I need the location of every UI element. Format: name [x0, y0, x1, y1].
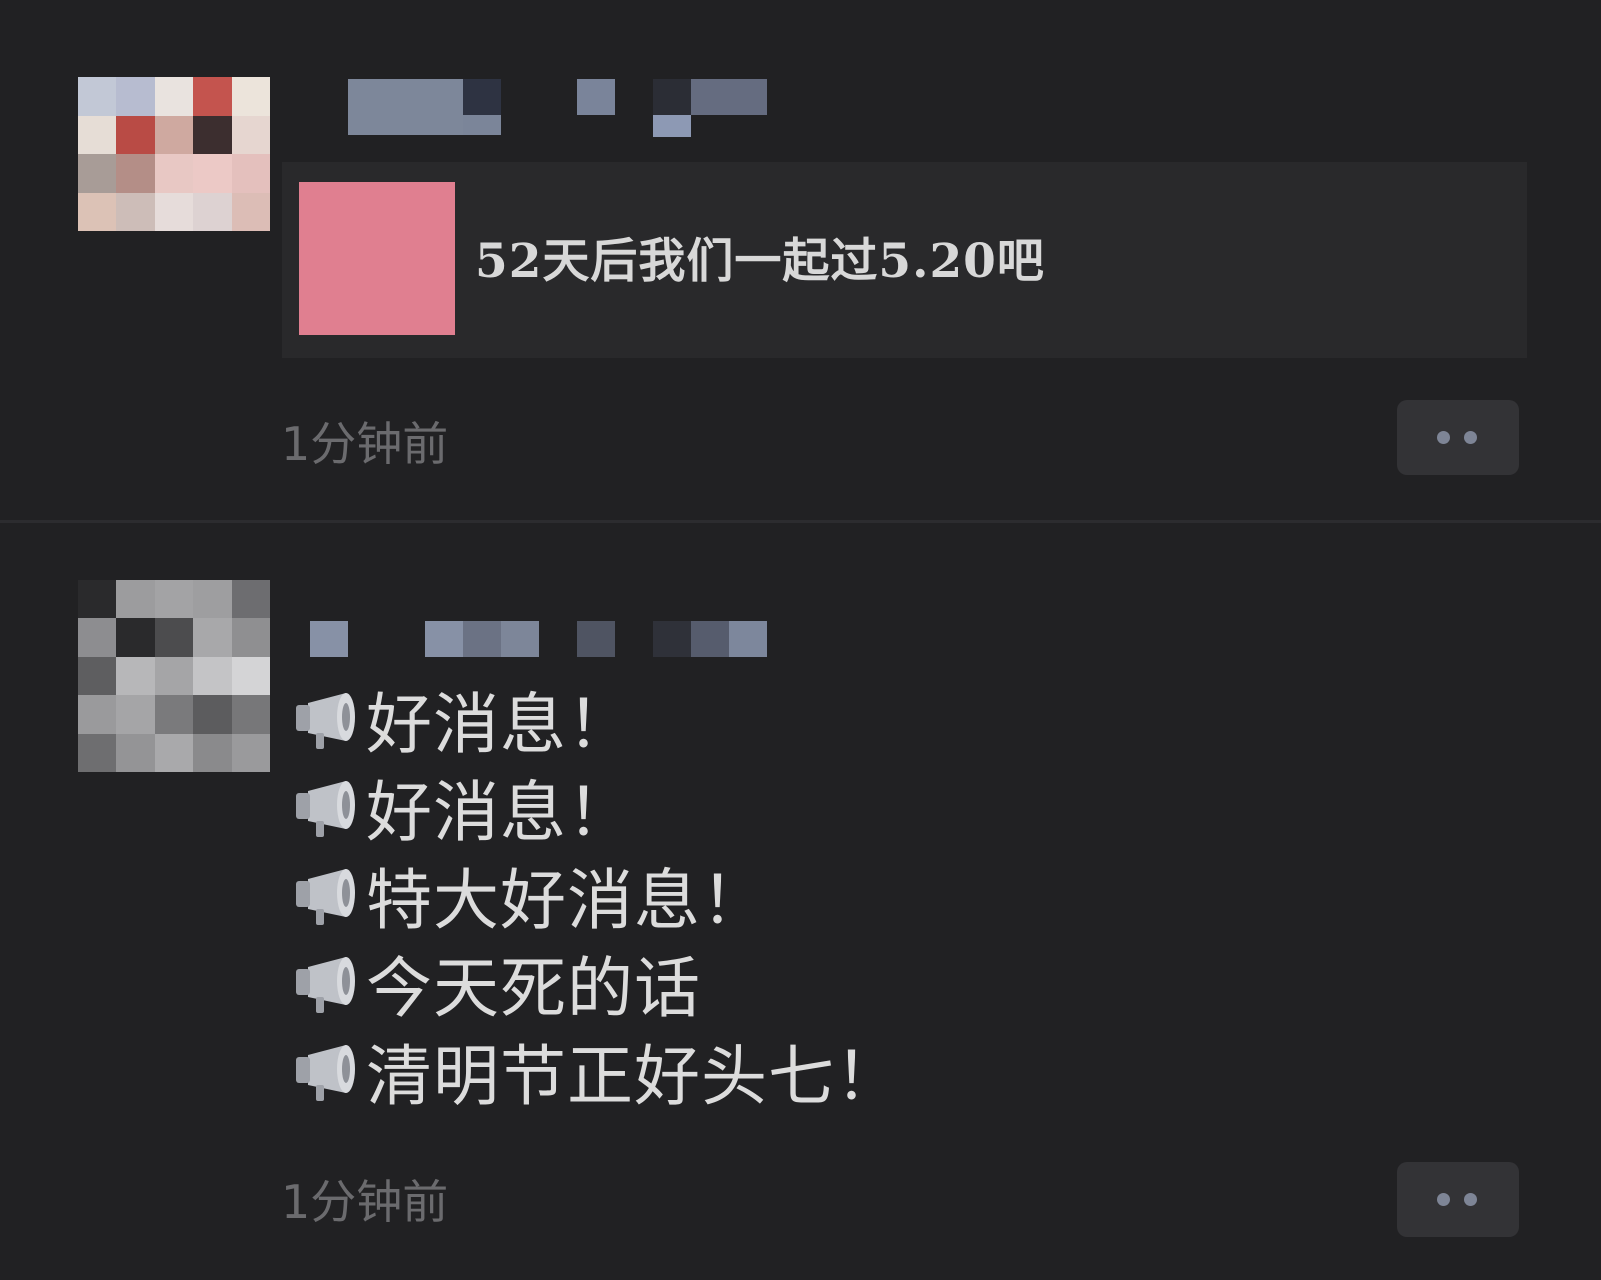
post-text-line-label: 好消息！ [366, 686, 634, 763]
avatar[interactable] [78, 77, 270, 231]
post-text-line-label: 特大好消息！ [366, 862, 768, 939]
post-text-line-label: 清明节正好头七！ [366, 1038, 902, 1115]
post-text-line-label: 今天死的话 [366, 950, 701, 1027]
post-text-line: 特大好消息！ [290, 851, 902, 939]
post-timestamp: 1分钟前 [281, 417, 449, 471]
post-text-line: 清明节正好头七！ [290, 1027, 902, 1115]
megaphone-icon [296, 957, 355, 1013]
post-timestamp: 1分钟前 [281, 1175, 449, 1229]
more-actions-button[interactable] [1397, 400, 1519, 475]
more-dots-icon [1437, 1193, 1450, 1206]
post-text-line: 好消息！ [290, 675, 902, 763]
megaphone-icon [296, 1045, 355, 1101]
moment-post-1: 52天后我们一起过5.20吧 1分钟前 [0, 0, 1601, 520]
avatar[interactable] [78, 580, 270, 772]
post-text-line-label: 好消息！ [366, 774, 634, 851]
more-actions-button[interactable] [1397, 1162, 1519, 1237]
more-dots-icon [1437, 431, 1450, 444]
post-text-line: 好消息！ [290, 763, 902, 851]
moment-post-2: 好消息！ 好消息！ 特大好消息！ 今天死的话 清明节正好头七！ 1分钟前 [0, 523, 1601, 1280]
megaphone-icon [296, 693, 355, 749]
megaphone-icon [296, 869, 355, 925]
post-text: 好消息！ 好消息！ 特大好消息！ 今天死的话 清明节正好头七！ [290, 675, 902, 1115]
more-dots-icon [1464, 431, 1477, 444]
shared-link-card[interactable]: 52天后我们一起过5.20吧 [282, 162, 1527, 358]
post-text-line: 今天死的话 [290, 939, 902, 1027]
megaphone-icon [296, 781, 355, 837]
shared-link-thumbnail [299, 182, 455, 335]
more-dots-icon [1464, 1193, 1477, 1206]
shared-link-title: 52天后我们一起过5.20吧 [475, 234, 1045, 289]
